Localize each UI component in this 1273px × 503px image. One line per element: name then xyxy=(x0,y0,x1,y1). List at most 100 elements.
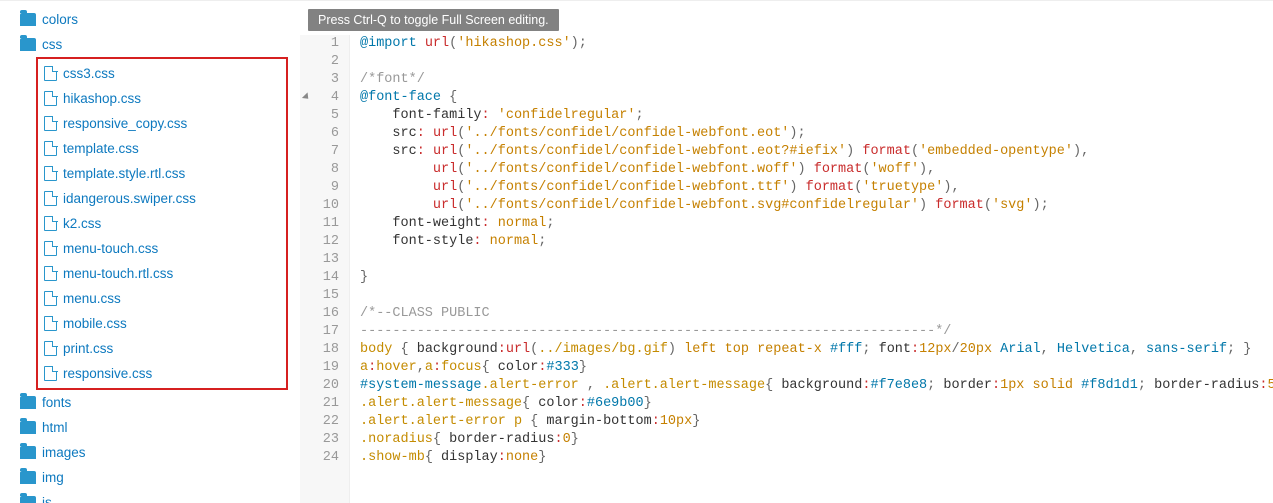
code-line[interactable] xyxy=(360,287,1263,305)
code-line[interactable] xyxy=(360,53,1263,71)
line-number: 24 xyxy=(310,449,339,467)
folder-label[interactable]: colors xyxy=(42,12,78,27)
folder-fonts[interactable]: fonts xyxy=(20,390,288,415)
code-line[interactable]: body { background:url(../images/bg.gif) … xyxy=(360,341,1263,359)
line-number: 12 xyxy=(310,233,339,251)
code-line[interactable]: src: url('../fonts/confidel/confidel-web… xyxy=(360,125,1263,143)
file-label[interactable]: idangerous.swiper.css xyxy=(63,191,196,206)
file-menu-touch-css[interactable]: menu-touch.css xyxy=(44,236,280,261)
code-line[interactable]: #system-message.alert-error , .alert.ale… xyxy=(360,377,1263,395)
folder-img[interactable]: img xyxy=(20,465,288,490)
file-icon xyxy=(44,316,57,331)
file-idangerous-swiper-css[interactable]: idangerous.swiper.css xyxy=(44,186,280,211)
folder-label[interactable]: js xyxy=(42,495,52,503)
file-label[interactable]: responsive.css xyxy=(63,366,152,381)
line-number: 11 xyxy=(310,215,339,233)
code-line[interactable]: src: url('../fonts/confidel/confidel-web… xyxy=(360,143,1263,161)
folder-icon xyxy=(20,13,36,26)
code-line[interactable]: .show-mb{ display:none} xyxy=(360,449,1263,467)
code-line[interactable]: font-weight: normal; xyxy=(360,215,1263,233)
line-number: 7 xyxy=(310,143,339,161)
css-folder-children-highlighted: css3.css hikashop.css responsive_copy.csst… xyxy=(36,57,288,390)
code-content[interactable]: @import url('hikashop.css'); /*font*/@fo… xyxy=(350,35,1273,503)
app-root: colors css css3.css hikashop.css responsive… xyxy=(0,0,1273,503)
code-line[interactable]: ----------------------------------------… xyxy=(360,323,1263,341)
code-line[interactable]: url('../fonts/confidel/confidel-webfont.… xyxy=(360,197,1263,215)
file-icon xyxy=(44,91,57,106)
file-menu-touch-rtl-css[interactable]: menu-touch.rtl.css xyxy=(44,261,280,286)
line-number: 16 xyxy=(310,305,339,323)
folder-icon xyxy=(20,471,36,484)
file-label[interactable]: hikashop.css xyxy=(63,91,141,106)
file-icon xyxy=(44,166,57,181)
folder-label[interactable]: html xyxy=(42,420,68,435)
file-menu-css[interactable]: menu.css xyxy=(44,286,280,311)
file-template-css[interactable]: template.css xyxy=(44,136,280,161)
file-label[interactable]: template.css xyxy=(63,141,139,156)
code-line[interactable]: .noradius{ border-radius:0} xyxy=(360,431,1263,449)
file-icon xyxy=(44,141,57,156)
code-line[interactable]: url('../fonts/confidel/confidel-webfont.… xyxy=(360,179,1263,197)
file-label[interactable]: mobile.css xyxy=(63,316,127,331)
folder-icon xyxy=(20,38,36,51)
folder-colors[interactable]: colors xyxy=(20,7,288,32)
file-label[interactable]: menu.css xyxy=(63,291,121,306)
code-line[interactable]: @import url('hikashop.css'); xyxy=(360,35,1263,53)
file-responsive_copy-css[interactable]: responsive_copy.css xyxy=(44,111,280,136)
code-line[interactable]: font-style: normal; xyxy=(360,233,1263,251)
code-line[interactable]: font-family: 'confidelregular'; xyxy=(360,107,1263,125)
code-line[interactable]: url('../fonts/confidel/confidel-webfont.… xyxy=(360,161,1263,179)
file-icon xyxy=(44,66,57,81)
fold-marker-icon[interactable] xyxy=(302,92,311,101)
file-template-style-rtl-css[interactable]: template.style.rtl.css xyxy=(44,161,280,186)
line-number: 23 xyxy=(310,431,339,449)
code-line[interactable]: /*--CLASS PUBLIC xyxy=(360,305,1263,323)
line-number: 17 xyxy=(310,323,339,341)
file-css3-css[interactable]: css3.css xyxy=(44,61,280,86)
line-number: 14 xyxy=(310,269,339,287)
line-number: 5 xyxy=(310,107,339,125)
file-icon xyxy=(44,116,57,131)
code-line[interactable] xyxy=(360,251,1263,269)
line-number: 10 xyxy=(310,197,339,215)
file-icon xyxy=(44,216,57,231)
folder-label[interactable]: images xyxy=(42,445,86,460)
code-line[interactable]: /*font*/ xyxy=(360,71,1263,89)
file-tree-sidebar: colors css css3.css hikashop.css responsive… xyxy=(0,1,300,503)
file-responsive-css[interactable]: responsive.css xyxy=(44,361,280,386)
line-number: 6 xyxy=(310,125,339,143)
folder-icon xyxy=(20,496,36,503)
file-label[interactable]: css3.css xyxy=(63,66,115,81)
folder-label[interactable]: css xyxy=(42,37,62,52)
code-line[interactable]: @font-face { xyxy=(360,89,1263,107)
code-line[interactable]: a:hover,a:focus{ color:#333} xyxy=(360,359,1263,377)
folder-label[interactable]: fonts xyxy=(42,395,71,410)
file-label[interactable]: print.css xyxy=(63,341,113,356)
folder-html[interactable]: html xyxy=(20,415,288,440)
code-area[interactable]: 123456789101112131415161718192021222324 … xyxy=(300,7,1273,503)
folder-icon xyxy=(20,421,36,434)
line-number: 4 xyxy=(310,89,339,107)
folder-js[interactable]: js xyxy=(20,490,288,503)
line-number: 22 xyxy=(310,413,339,431)
file-label[interactable]: menu-touch.rtl.css xyxy=(63,266,173,281)
file-icon xyxy=(44,191,57,206)
file-label[interactable]: template.style.rtl.css xyxy=(63,166,185,181)
file-label[interactable]: menu-touch.css xyxy=(63,241,158,256)
code-line[interactable]: .alert.alert-message{ color:#6e9b00} xyxy=(360,395,1263,413)
folder-label[interactable]: img xyxy=(42,470,64,485)
folder-images[interactable]: images xyxy=(20,440,288,465)
code-line[interactable]: .alert.alert-error p { margin-bottom:10p… xyxy=(360,413,1263,431)
folder-icon xyxy=(20,396,36,409)
file-hikashop-css[interactable]: hikashop.css xyxy=(44,86,280,111)
folder-css[interactable]: css xyxy=(20,32,288,57)
file-mobile-css[interactable]: mobile.css xyxy=(44,311,280,336)
file-label[interactable]: responsive_copy.css xyxy=(63,116,187,131)
line-number: 8 xyxy=(310,161,339,179)
code-line[interactable]: } xyxy=(360,269,1263,287)
file-print-css[interactable]: print.css xyxy=(44,336,280,361)
folder-icon xyxy=(20,446,36,459)
file-label[interactable]: k2.css xyxy=(63,216,101,231)
file-k2-css[interactable]: k2.css xyxy=(44,211,280,236)
line-number: 15 xyxy=(310,287,339,305)
